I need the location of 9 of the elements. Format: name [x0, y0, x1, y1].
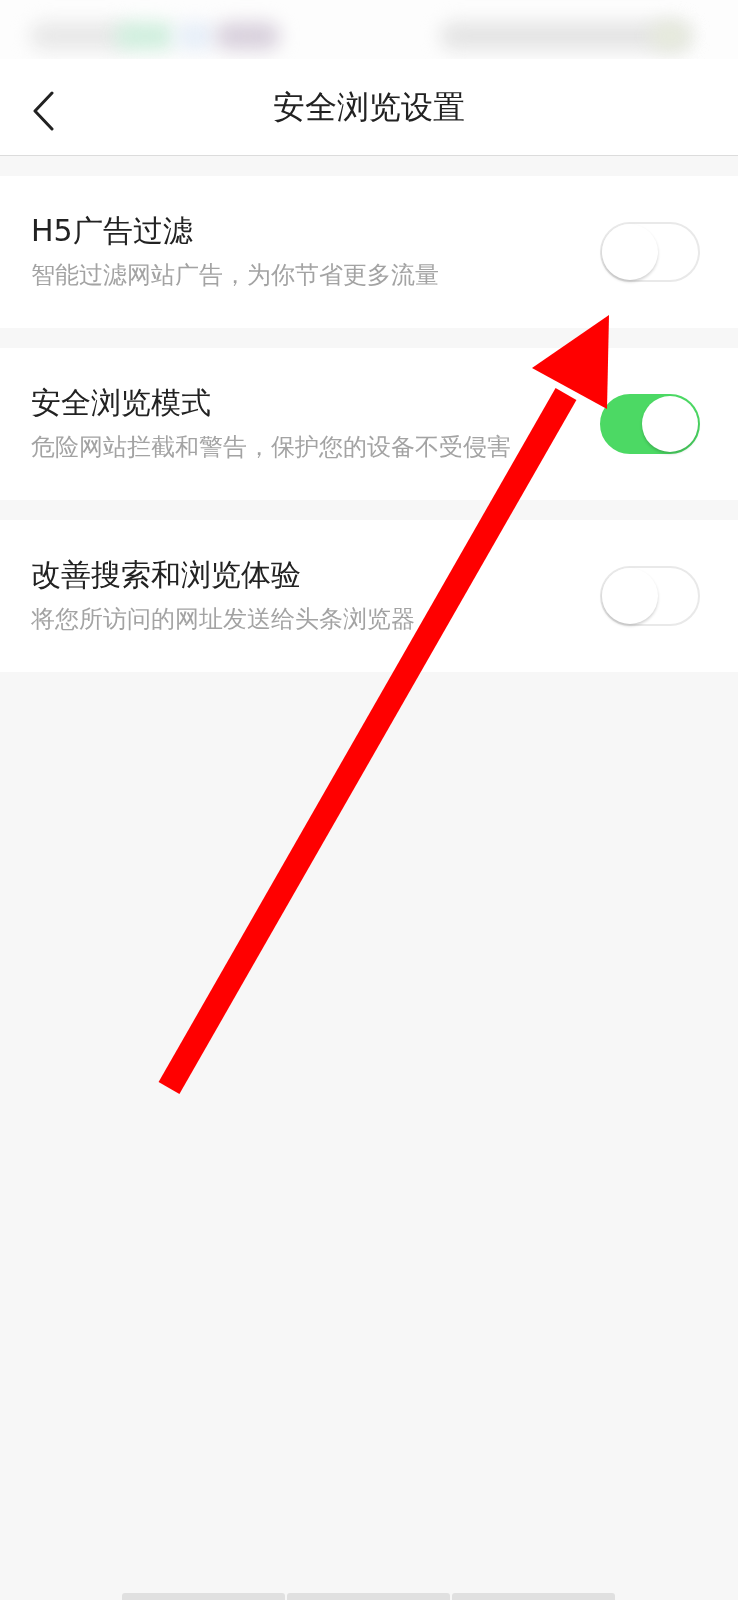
back-icon[interactable] — [32, 91, 54, 131]
setting-description: 危险网站拦截和警告，保护您的设备不受侵害 — [31, 432, 511, 463]
setting-title: 安全浏览模式 — [31, 385, 212, 421]
setting-title: 改善搜索和浏览体验 — [31, 557, 302, 593]
page-title: 安全浏览设置 — [273, 87, 465, 127]
setting-title: H5广告过滤 — [31, 213, 194, 249]
setting-description: 将您所访问的网址发送给头条浏览器 — [31, 604, 415, 635]
setting-description: 智能过滤网站广告，为你节省更多流量 — [31, 260, 439, 291]
toggle-switch[interactable] — [600, 394, 700, 454]
